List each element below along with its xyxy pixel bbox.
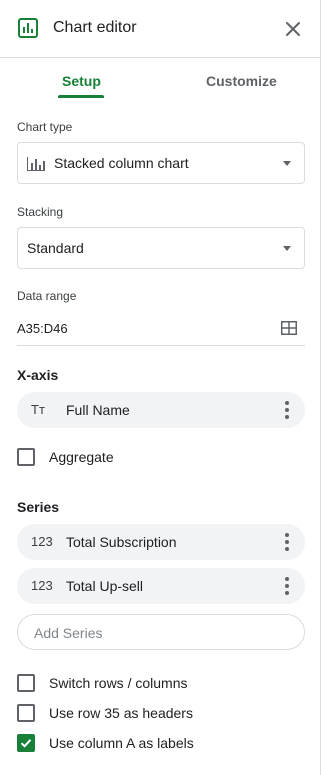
- chart-type-value: Stacked column chart: [54, 155, 189, 171]
- add-series-button[interactable]: Add Series: [17, 614, 305, 650]
- chart-editor-panel: Chart editor Setup Customize Chart type …: [0, 0, 321, 775]
- aggregate-label: Aggregate: [49, 449, 114, 465]
- number-type-icon: 123: [31, 534, 53, 549]
- series-item[interactable]: 123 Total Up-sell: [17, 568, 305, 604]
- switch-rows-columns-label: Switch rows / columns: [49, 675, 188, 691]
- series-item-label: Total Subscription: [66, 534, 177, 550]
- close-icon[interactable]: [284, 20, 302, 38]
- more-vert-icon[interactable]: [285, 401, 289, 419]
- chart-icon: [18, 18, 38, 38]
- aggregate-checkbox[interactable]: [17, 448, 35, 466]
- chart-type-select[interactable]: Stacked column chart: [17, 142, 305, 184]
- chart-editor-header: Chart editor: [0, 0, 320, 58]
- use-row-headers-checkbox[interactable]: [17, 704, 35, 722]
- more-vert-icon[interactable]: [285, 533, 289, 551]
- active-tab-indicator: [58, 95, 104, 98]
- stacking-label: Stacking: [17, 205, 64, 219]
- x-axis-item-label: Full Name: [66, 402, 130, 418]
- chart-type-label: Chart type: [17, 120, 73, 134]
- checkmark-icon: [20, 739, 32, 748]
- stacking-select[interactable]: Standard: [17, 227, 305, 269]
- editor-tabs: Setup Customize: [0, 58, 320, 102]
- x-axis-item[interactable]: Tт Full Name: [17, 392, 305, 428]
- number-type-icon: 123: [31, 578, 53, 593]
- use-column-labels-checkbox[interactable]: [17, 734, 35, 752]
- add-series-label: Add Series: [34, 625, 103, 641]
- data-range-label: Data range: [17, 289, 77, 303]
- series-title: Series: [17, 499, 60, 515]
- panel-title: Chart editor: [53, 19, 137, 36]
- dropdown-caret-icon: [283, 246, 291, 251]
- use-column-labels-label: Use column A as labels: [49, 735, 194, 751]
- data-range-value: A35:D46: [17, 321, 68, 336]
- x-axis-title: X-axis: [17, 367, 59, 383]
- use-row-headers-label: Use row 35 as headers: [49, 705, 193, 721]
- more-vert-icon[interactable]: [285, 577, 289, 595]
- switch-rows-columns-checkbox[interactable]: [17, 674, 35, 692]
- series-item-label: Total Up-sell: [66, 578, 144, 594]
- select-range-grid-icon[interactable]: [281, 321, 297, 335]
- tab-setup[interactable]: Setup: [62, 73, 101, 89]
- series-item[interactable]: 123 Total Subscription: [17, 524, 305, 560]
- stacking-value: Standard: [27, 240, 84, 256]
- dropdown-caret-icon: [283, 161, 291, 166]
- data-range-field[interactable]: A35:D46: [17, 316, 305, 346]
- text-type-icon: Tт: [31, 402, 45, 417]
- stacked-column-chart-icon: [27, 157, 45, 171]
- tab-customize[interactable]: Customize: [206, 73, 277, 89]
